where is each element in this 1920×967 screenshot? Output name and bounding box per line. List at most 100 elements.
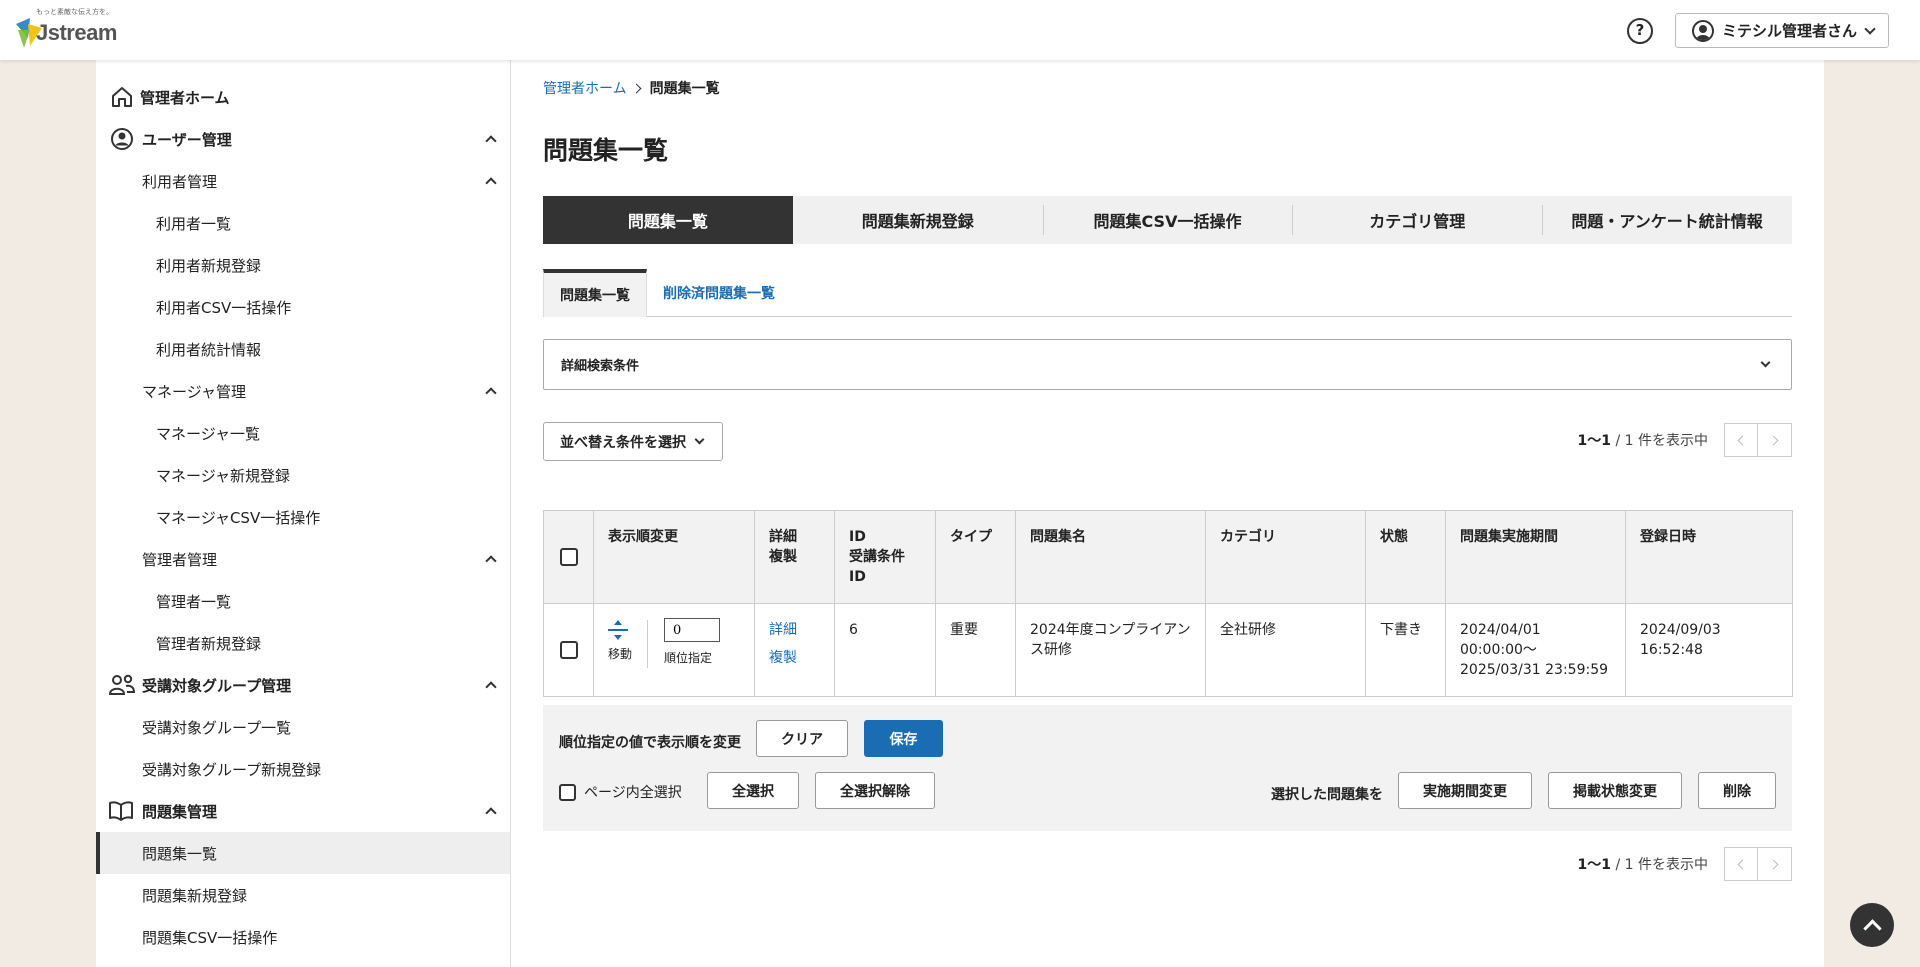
- question-circle-icon[interactable]: ?: [1627, 18, 1653, 44]
- change-period-button[interactable]: 実施期間変更: [1398, 772, 1532, 809]
- sidebar-item-admin-register[interactable]: 管理者新規登録: [96, 625, 510, 661]
- sidebar-item-admin-management[interactable]: 管理者管理: [96, 541, 510, 577]
- order-input[interactable]: [664, 618, 720, 642]
- next-page-button[interactable]: [1758, 423, 1792, 457]
- header-name: 問題集名: [1015, 510, 1206, 604]
- sidebar-item-manager-list[interactable]: マネージャ一覧: [96, 415, 510, 451]
- row-checkbox[interactable]: [559, 641, 578, 659]
- sidebar-item-member-management[interactable]: 利用者管理: [96, 163, 510, 199]
- sidebar-item-quiz-csv[interactable]: 問題集CSV一括操作: [96, 919, 510, 955]
- chevron-down-icon: [1864, 22, 1876, 35]
- sidebar-item-label: マネージャCSV一括操作: [156, 508, 321, 527]
- tab-quiz-list[interactable]: 問題集一覧: [543, 196, 793, 244]
- sidebar-item-group-list[interactable]: 受講対象グループ一覧: [96, 709, 510, 745]
- chevron-up-icon: [485, 555, 497, 567]
- delete-button[interactable]: 削除: [1698, 772, 1776, 809]
- sidebar-item-label: 利用者CSV一括操作: [156, 298, 292, 317]
- next-page-button[interactable]: [1758, 847, 1792, 881]
- sidebar-item-quiz-list[interactable]: 問題集一覧: [96, 832, 510, 874]
- detail-copy-cell: 詳細 複製: [754, 603, 835, 697]
- detail-link[interactable]: 詳細: [769, 616, 820, 644]
- quiz-table: 表示順変更 詳細 複製 ID 受講条件ID タイプ 問題集名 カテゴリ 状態 問題集…: [543, 510, 1793, 697]
- header-select-cell: [543, 510, 594, 604]
- category-cell: 全社研修: [1205, 603, 1366, 697]
- header-type: タイプ: [935, 510, 1016, 604]
- chevron-left-icon: [1737, 859, 1748, 869]
- sidebar-item-member-list[interactable]: 利用者一覧: [96, 205, 510, 241]
- clear-button[interactable]: クリア: [756, 720, 848, 757]
- result-count: 1〜1 / 1 件を表示中: [1577, 433, 1708, 449]
- drag-handle-icon[interactable]: [608, 620, 628, 640]
- breadcrumb: 管理者ホーム 問題集一覧: [543, 78, 720, 98]
- save-button[interactable]: 保存: [864, 720, 943, 757]
- scroll-to-top-button[interactable]: [1850, 903, 1894, 947]
- advanced-search-toggle[interactable]: 詳細検索条件: [543, 339, 1792, 390]
- breadcrumb-home-link[interactable]: 管理者ホーム: [543, 78, 627, 98]
- sidebar-item-group-register[interactable]: 受講対象グループ新規登録: [96, 751, 510, 787]
- group-icon: [108, 674, 136, 695]
- sidebar-item-manager-management[interactable]: マネージャ管理: [96, 373, 510, 409]
- sidebar-item-label: 管理者管理: [142, 550, 218, 569]
- sidebar-item-label: 利用者管理: [142, 172, 218, 191]
- home-icon: [112, 87, 132, 107]
- name-cell: 2024年度コンプライアンス研修: [1015, 603, 1206, 697]
- subtab-quiz-list[interactable]: 問題集一覧: [543, 269, 647, 317]
- jstream-logo[interactable]: もっと素敵な伝え方を。 Jstream: [14, 6, 124, 52]
- order-label: 順位指定: [664, 651, 713, 665]
- header-category: カテゴリ: [1205, 510, 1366, 604]
- sidebar-item-member-register[interactable]: 利用者新規登録: [96, 247, 510, 283]
- user-circle-icon: [111, 128, 133, 150]
- chevron-down-icon: [694, 434, 705, 445]
- sidebar-item-admin-home[interactable]: 管理者ホーム: [96, 79, 510, 115]
- chevron-down-icon: [1760, 357, 1771, 368]
- sidebar-item-label: 管理者新規登録: [156, 634, 262, 653]
- sidebar-item-label: マネージャ一覧: [156, 424, 260, 443]
- sidebar-item-group-management[interactable]: 受講対象グループ管理: [96, 667, 510, 703]
- chevron-up-icon: [485, 387, 497, 399]
- deselect-all-button[interactable]: 全選択解除: [815, 772, 935, 809]
- subtab-deleted-quiz-list[interactable]: 削除済問題集一覧: [647, 269, 791, 317]
- user-menu-button[interactable]: ミテシル管理者さん: [1675, 13, 1889, 48]
- chevron-up-icon: [485, 177, 497, 189]
- chevron-right-icon: [631, 83, 642, 93]
- sidebar-item-label: 管理者ホーム: [140, 88, 230, 107]
- id-cell: 6: [834, 603, 936, 697]
- move-label: 移動: [608, 647, 633, 661]
- sidebar-item-quiz-management[interactable]: 問題集管理: [96, 793, 510, 829]
- tab-quiz-csv[interactable]: 問題集CSV一括操作: [1042, 196, 1293, 244]
- pagination-top: 1〜1 / 1 件を表示中: [1578, 423, 1792, 457]
- pagination-bottom: 1〜1 / 1 件を表示中: [1578, 847, 1792, 881]
- sidebar-item-member-stats[interactable]: 利用者統計情報: [96, 331, 510, 367]
- page-select-all-checkbox[interactable]: ページ内全選択: [559, 782, 682, 802]
- sidebar-item-admin-list[interactable]: 管理者一覧: [96, 583, 510, 619]
- tab-category-management[interactable]: カテゴリ管理: [1292, 196, 1542, 244]
- table-row: 移動 順位指定 詳細 複製 6 重要 2024年度コンプライアンス研修 全社研修: [543, 603, 1793, 697]
- book-icon: [109, 801, 133, 821]
- table-header-row: 表示順変更 詳細 複製 ID 受講条件ID タイプ 問題集名 カテゴリ 状態 問題集…: [543, 510, 1793, 604]
- prev-page-button[interactable]: [1724, 423, 1758, 457]
- tab-quiz-register[interactable]: 問題集新規登録: [793, 196, 1043, 244]
- chevron-up-icon: [485, 135, 497, 147]
- header-registered: 登録日時: [1625, 510, 1793, 604]
- chevron-right-icon: [1768, 435, 1778, 445]
- sidebar-item-user-management[interactable]: ユーザー管理: [96, 121, 510, 157]
- sidebar-item-manager-csv[interactable]: マネージャCSV一括操作: [96, 499, 510, 535]
- select-all-button[interactable]: 全選択: [707, 772, 799, 809]
- sidebar-item-label: 問題集新規登録: [142, 886, 248, 905]
- sidebar-item-label: ユーザー管理: [142, 130, 232, 149]
- sidebar-item-member-csv[interactable]: 利用者CSV一括操作: [96, 289, 510, 325]
- copy-link[interactable]: 複製: [769, 644, 820, 672]
- sidebar-item-manager-register[interactable]: マネージャ新規登録: [96, 457, 510, 493]
- sidebar-item-quiz-register[interactable]: 問題集新規登録: [96, 877, 510, 913]
- sub-tabs: 問題集一覧 削除済問題集一覧: [543, 269, 1792, 317]
- sort-select-button[interactable]: 並べ替え条件を選択: [543, 422, 723, 461]
- sidebar-item-label: 利用者統計情報: [156, 340, 262, 359]
- logo-tagline: もっと素敵な伝え方を。: [36, 8, 113, 16]
- sidebar-item-label: 受講対象グループ管理: [142, 676, 292, 695]
- page-title: 問題集一覧: [543, 136, 669, 165]
- prev-page-button[interactable]: [1724, 847, 1758, 881]
- sidebar-item-label: 利用者一覧: [156, 214, 232, 233]
- select-all-checkbox[interactable]: [559, 548, 578, 566]
- change-status-button[interactable]: 掲載状態変更: [1548, 772, 1682, 809]
- tab-statistics[interactable]: 問題・アンケート統計情報: [1542, 196, 1792, 244]
